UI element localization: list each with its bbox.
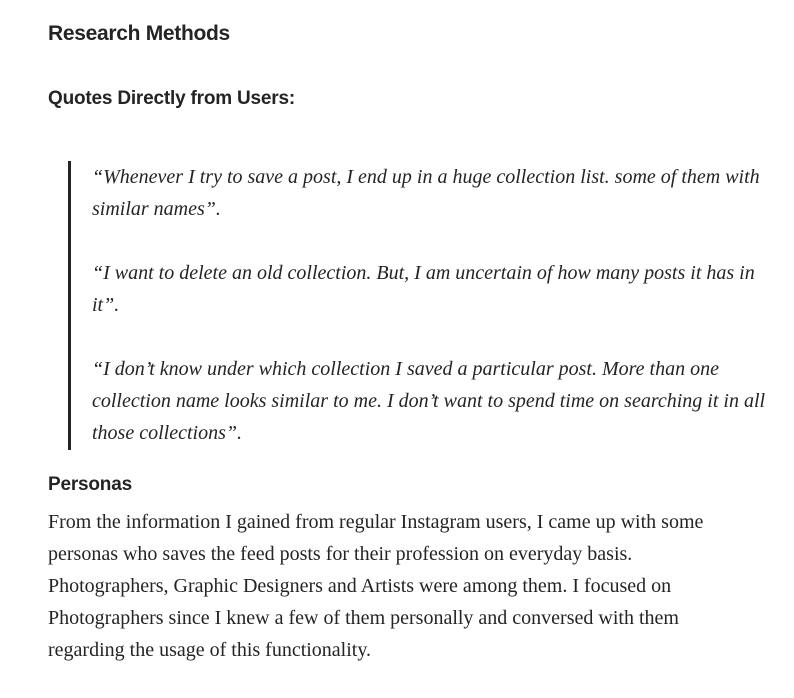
user-quotes-blockquote: “Whenever I try to save a post, I end up… (68, 161, 765, 450)
user-quote: “Whenever I try to save a post, I end up… (92, 166, 760, 220)
user-quote: “I don’t know under which collection I s… (92, 358, 766, 444)
personas-paragraph: From the information I gained from regul… (48, 511, 704, 661)
section-title: Research Methods (48, 22, 230, 45)
personas-heading: Personas (48, 474, 132, 495)
quotes-heading: Quotes Directly from Users: (48, 88, 295, 109)
user-quote: “I want to delete an old collection. But… (92, 262, 755, 316)
